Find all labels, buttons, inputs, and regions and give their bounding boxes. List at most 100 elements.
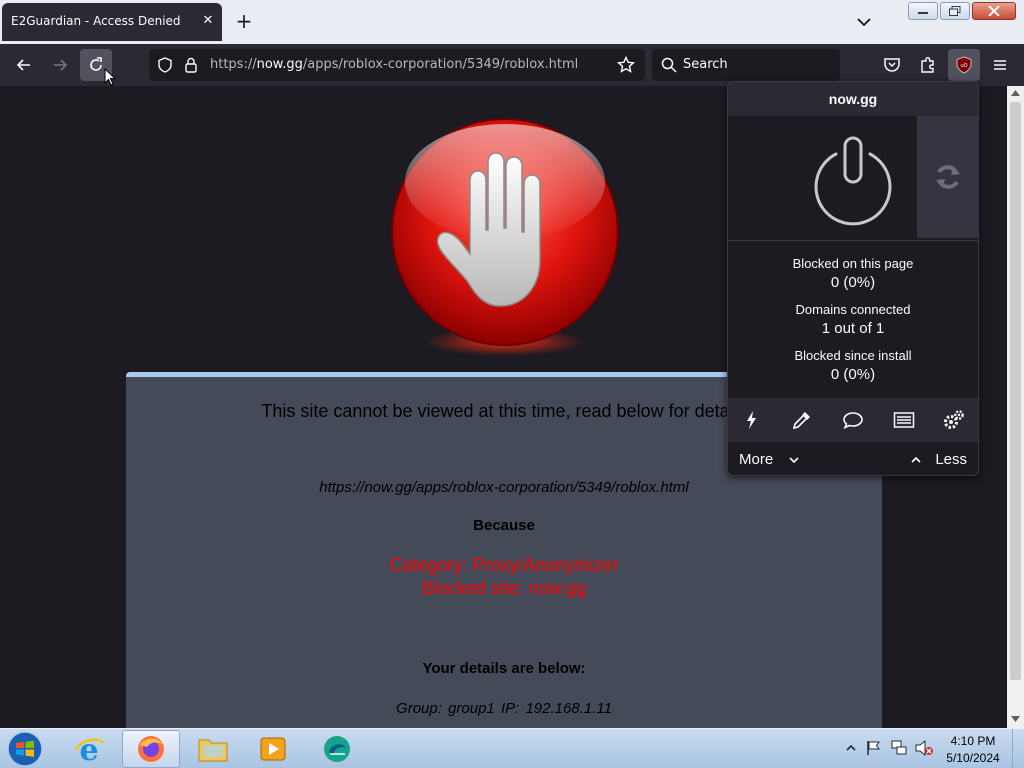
chevron-down-icon[interactable]: [788, 454, 800, 466]
tab-title: E2Guardian - Access Denied: [11, 14, 181, 28]
clock-date[interactable]: 5/10/2024: [938, 751, 1008, 765]
arrow-left-icon: [16, 59, 30, 71]
user-details: Group: group1 IP: 192.168.1.11: [396, 700, 612, 717]
no-large-media-button[interactable]: [740, 408, 764, 432]
restore-button[interactable]: [940, 2, 970, 20]
internet-explorer-icon: e: [74, 733, 105, 765]
search-bar[interactable]: Search: [652, 49, 840, 81]
tray-overflow-icon[interactable]: [846, 743, 856, 753]
ublock-shield-icon: uO: [956, 56, 972, 74]
taskbar-internet-explorer[interactable]: e: [60, 730, 118, 768]
scroll-up-icon[interactable]: [1011, 90, 1020, 96]
power-icon: [814, 136, 892, 226]
taskbar-app[interactable]: [308, 730, 366, 768]
url-scheme: https://: [210, 57, 257, 72]
forward-button[interactable]: [44, 49, 76, 81]
url-host: now.gg: [256, 57, 303, 72]
taskbar-file-explorer[interactable]: [184, 730, 242, 768]
popup-refresh-button[interactable]: [917, 116, 978, 238]
popup-divider: [728, 240, 978, 241]
new-tab-button[interactable]: +: [233, 10, 255, 32]
arrow-right-icon: [54, 59, 68, 71]
close-icon: [988, 6, 1000, 16]
bookmark-star-icon[interactable]: [617, 56, 635, 74]
tab-strip: E2Guardian - Access Denied ✕ +: [0, 0, 1024, 44]
taskbar-media-player[interactable]: [244, 730, 302, 768]
media-player-icon: [260, 737, 286, 761]
stat-label-blocked-page: Blocked on this page: [792, 256, 914, 271]
list-icon: [893, 412, 915, 428]
stat-value-domains: 1 out of 1: [821, 320, 885, 337]
url-text: https://now.gg/apps/roblox-corporation/5…: [210, 57, 578, 72]
window-controls: [908, 2, 1016, 20]
lock-icon[interactable]: [184, 57, 198, 73]
taskbar-firefox[interactable]: [122, 730, 180, 768]
scroll-thumb[interactable]: [1010, 102, 1021, 680]
logger-button[interactable]: [892, 408, 916, 432]
app-icon: [324, 736, 350, 762]
refresh-icon: [935, 165, 960, 189]
minimize-icon: [918, 12, 928, 14]
mouse-cursor-icon: [104, 68, 117, 86]
popup-hostname: now.gg: [728, 82, 978, 116]
tab-close-icon[interactable]: ✕: [200, 13, 216, 29]
stat-label-blocked-install: Blocked since install: [794, 348, 912, 363]
windows-logo-icon: [7, 731, 43, 767]
stat-label-domains: Domains connected: [795, 302, 911, 317]
stop-hand-icon: [391, 118, 619, 356]
hamburger-menu-icon: [994, 60, 1006, 70]
navigation-toolbar: https://now.gg/apps/roblox-corporation/5…: [0, 44, 1024, 86]
minimize-button[interactable]: [908, 2, 938, 20]
lightning-icon: [747, 411, 756, 429]
blocked-site: Blocked site: now.gg: [421, 578, 587, 598]
element-picker-button[interactable]: [790, 408, 814, 432]
firefox-icon: [138, 736, 164, 762]
pocket-button[interactable]: [876, 49, 908, 81]
svg-text:e: e: [79, 733, 98, 765]
stat-value-blocked-install: 0 (0%): [830, 366, 876, 383]
gears-icon: [944, 410, 964, 429]
extensions-button[interactable]: [912, 49, 944, 81]
show-desktop-button[interactable]: [1012, 729, 1024, 768]
svg-text:uO: uO: [960, 63, 967, 69]
ublock-button[interactable]: uO: [948, 49, 980, 81]
scroll-down-icon[interactable]: [1011, 716, 1020, 722]
puzzle-icon: [921, 57, 934, 73]
search-icon: [661, 57, 677, 73]
address-bar[interactable]: https://now.gg/apps/roblox-corporation/5…: [149, 49, 645, 81]
url-path: /apps/roblox-corporation/5349/roblox.htm…: [302, 57, 579, 72]
power-switch[interactable]: [728, 116, 916, 240]
chevron-up-icon[interactable]: [910, 454, 922, 466]
app-menu-button[interactable]: [984, 49, 1016, 81]
clock-time[interactable]: 4:10 PM: [938, 734, 1008, 748]
taskbar: e 4:10 PM 5/10/2024: [0, 728, 1024, 768]
more-button[interactable]: More: [739, 451, 773, 468]
dashboard-button[interactable]: [942, 408, 966, 432]
speech-bubble-icon: [843, 412, 863, 430]
pocket-icon: [884, 58, 900, 72]
action-center-flag-icon[interactable]: [866, 740, 882, 756]
page-scrollbar[interactable]: [1007, 86, 1024, 728]
reload-icon: [90, 57, 102, 71]
volume-muted-icon[interactable]: [914, 739, 934, 757]
because-label: Because: [473, 517, 535, 534]
tab-active[interactable]: E2Guardian - Access Denied ✕: [2, 3, 222, 41]
close-window-button[interactable]: [972, 2, 1016, 20]
shield-icon[interactable]: [157, 57, 173, 73]
stat-value-blocked-page: 0 (0%): [830, 274, 876, 291]
eyedropper-icon: [792, 412, 810, 430]
back-button[interactable]: [8, 49, 40, 81]
search-placeholder: Search: [683, 57, 728, 72]
less-button[interactable]: Less: [935, 451, 967, 468]
ublock-popup: now.gg Blocked on this page 0 (0%) Domai…: [727, 81, 979, 476]
blocked-url: https://now.gg/apps/roblox-corporation/5…: [319, 479, 689, 496]
network-icon[interactable]: [890, 739, 908, 757]
report-button[interactable]: [841, 408, 865, 432]
start-button[interactable]: [6, 730, 46, 768]
block-category: Category: Proxy/Anonymizer: [389, 555, 619, 575]
chevron-down-icon: [857, 18, 871, 27]
details-heading: Your details are below:: [422, 660, 586, 677]
restore-icon: [949, 6, 961, 16]
folder-icon: [198, 739, 228, 762]
list-all-tabs-button[interactable]: [854, 12, 874, 32]
